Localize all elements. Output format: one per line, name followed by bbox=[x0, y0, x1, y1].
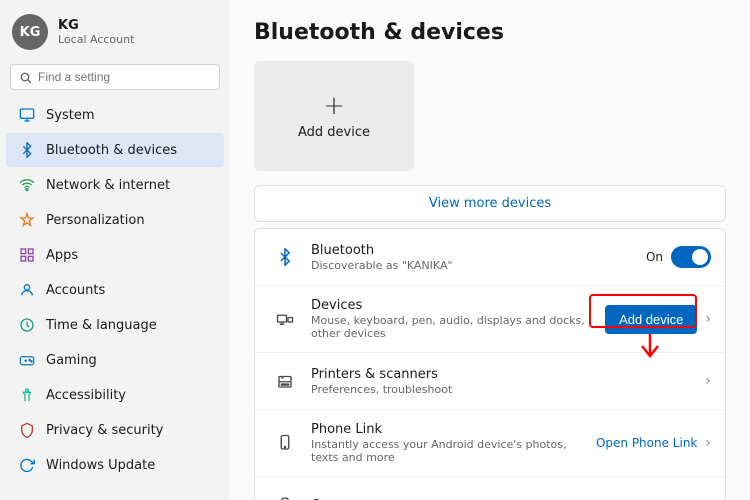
search-input[interactable] bbox=[38, 70, 211, 84]
sidebar-item-gaming[interactable]: Gaming bbox=[6, 343, 224, 377]
search-icon bbox=[19, 71, 32, 84]
devices-icon bbox=[269, 303, 301, 335]
search-box[interactable] bbox=[10, 64, 220, 90]
devices-row-text: Devices Mouse, keyboard, pen, audio, dis… bbox=[311, 298, 605, 340]
sidebar-item-label: Windows Update bbox=[46, 458, 155, 473]
phonelink-action: Open Phone Link › bbox=[596, 435, 711, 451]
sidebar-item-accessibility[interactable]: Accessibility bbox=[6, 378, 224, 412]
devices-action: Add device › bbox=[605, 305, 711, 334]
sidebar-item-personalization[interactable]: Personalization bbox=[6, 203, 224, 237]
sidebar-item-label: Accessibility bbox=[46, 388, 126, 403]
phonelink-action-label: Open Phone Link bbox=[596, 436, 697, 450]
add-device-card-label: Add device bbox=[298, 125, 370, 140]
bluetooth-action: On bbox=[646, 246, 711, 268]
user-section: KG KG Local Account bbox=[0, 0, 230, 60]
bluetooth-icon bbox=[269, 241, 301, 273]
sidebar-item-update[interactable]: Windows Update bbox=[6, 448, 224, 482]
sidebar-item-label: Apps bbox=[46, 248, 78, 263]
bluetooth-subtitle: Discoverable as "KANIKA" bbox=[311, 259, 646, 272]
plus-icon: + bbox=[323, 93, 345, 119]
apps-icon bbox=[18, 246, 36, 264]
update-icon bbox=[18, 456, 36, 474]
sidebar-item-privacy[interactable]: Privacy & security bbox=[6, 413, 224, 447]
printers-title: Printers & scanners bbox=[311, 367, 705, 382]
devices-add-button[interactable]: Add device bbox=[605, 305, 697, 334]
devices-chevron: › bbox=[705, 311, 711, 327]
sidebar-item-system[interactable]: System bbox=[6, 98, 224, 132]
cameras-icon bbox=[269, 489, 301, 500]
sidebar-item-time[interactable]: Time & language bbox=[6, 308, 224, 342]
sidebar: KG KG Local Account System Bluetooth & d… bbox=[0, 0, 230, 500]
user-name: KG bbox=[58, 18, 134, 33]
user-subtitle: Local Account bbox=[58, 33, 134, 46]
sidebar-item-label: Personalization bbox=[46, 213, 145, 228]
accessibility-icon bbox=[18, 386, 36, 404]
user-info: KG Local Account bbox=[58, 18, 134, 46]
view-more-row[interactable]: View more devices bbox=[254, 185, 726, 222]
sidebar-item-label: Network & internet bbox=[46, 178, 170, 193]
phonelink-chevron: › bbox=[705, 435, 711, 451]
bluetooth-title: Bluetooth bbox=[311, 243, 646, 258]
phonelink-icon bbox=[269, 427, 301, 459]
bluetooth-status: On bbox=[646, 250, 663, 264]
sidebar-item-apps[interactable]: Apps bbox=[6, 238, 224, 272]
phonelink-row-text: Phone Link Instantly access your Android… bbox=[311, 422, 596, 464]
printers-subtitle: Preferences, troubleshoot bbox=[311, 383, 705, 396]
sidebar-item-label: Gaming bbox=[46, 353, 97, 368]
printers-chevron: › bbox=[705, 373, 711, 389]
gaming-icon bbox=[18, 351, 36, 369]
system-icon bbox=[18, 106, 36, 124]
phonelink-row[interactable]: Phone Link Instantly access your Android… bbox=[255, 410, 725, 477]
printers-row-text: Printers & scanners Preferences, trouble… bbox=[311, 367, 705, 396]
printers-action: › bbox=[705, 373, 711, 389]
phonelink-title: Phone Link bbox=[311, 422, 596, 437]
phonelink-subtitle: Instantly access your Android device's p… bbox=[311, 438, 596, 464]
sidebar-item-label: Time & language bbox=[46, 318, 157, 333]
sidebar-item-label: System bbox=[46, 108, 94, 123]
network-icon bbox=[18, 176, 36, 194]
privacy-icon bbox=[18, 421, 36, 439]
printers-row[interactable]: Printers & scanners Preferences, trouble… bbox=[255, 353, 725, 410]
main-content: Bluetooth & devices + Add device View mo… bbox=[230, 0, 750, 500]
add-device-card[interactable]: + Add device bbox=[254, 61, 414, 171]
bluetooth-row[interactable]: Bluetooth Discoverable as "KANIKA" On bbox=[255, 229, 725, 286]
view-more-text: View more devices bbox=[429, 196, 551, 211]
nav-list: System Bluetooth & devices Network & int… bbox=[0, 98, 230, 482]
bluetooth-row-text: Bluetooth Discoverable as "KANIKA" bbox=[311, 243, 646, 272]
avatar: KG bbox=[12, 14, 48, 50]
devices-row[interactable]: Devices Mouse, keyboard, pen, audio, dis… bbox=[255, 286, 725, 353]
sidebar-item-label: Privacy & security bbox=[46, 423, 163, 438]
personalization-icon bbox=[18, 211, 36, 229]
sidebar-item-bluetooth[interactable]: Bluetooth & devices bbox=[6, 133, 224, 167]
time-icon bbox=[18, 316, 36, 334]
printers-icon bbox=[269, 365, 301, 397]
sidebar-item-accounts[interactable]: Accounts bbox=[6, 273, 224, 307]
bluetooth-icon bbox=[18, 141, 36, 159]
devices-subtitle: Mouse, keyboard, pen, audio, displays an… bbox=[311, 314, 605, 340]
bluetooth-toggle[interactable] bbox=[671, 246, 711, 268]
sidebar-item-label: Bluetooth & devices bbox=[46, 143, 177, 158]
accounts-icon bbox=[18, 281, 36, 299]
devices-title: Devices bbox=[311, 298, 605, 313]
settings-section: Bluetooth Discoverable as "KANIKA" On De… bbox=[254, 228, 726, 500]
cameras-row[interactable]: Cameras › bbox=[255, 477, 725, 500]
page-title: Bluetooth & devices bbox=[254, 20, 726, 45]
sidebar-item-label: Accounts bbox=[46, 283, 105, 298]
sidebar-item-network[interactable]: Network & internet bbox=[6, 168, 224, 202]
